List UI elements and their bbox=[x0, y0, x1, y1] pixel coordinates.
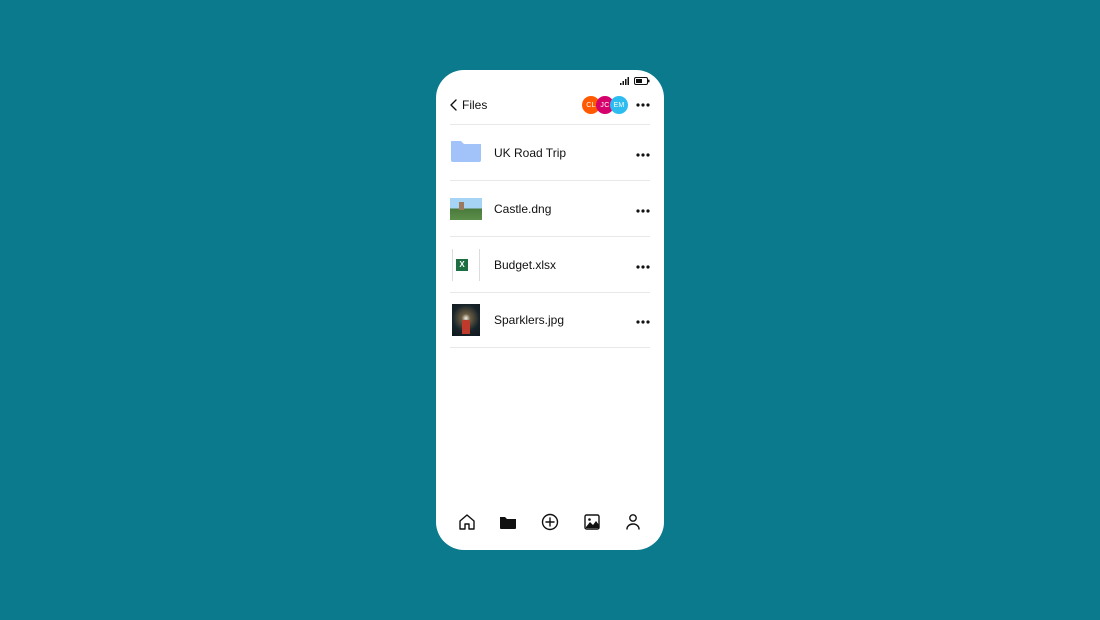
plus-circle-icon bbox=[541, 513, 559, 531]
file-more-button[interactable] bbox=[632, 252, 650, 278]
file-row[interactable]: Sparklers.jpg bbox=[450, 292, 650, 348]
shared-avatars[interactable]: CLJCEM bbox=[582, 96, 628, 114]
xlsx-icon: X bbox=[452, 249, 480, 281]
file-name: Castle.dng bbox=[494, 202, 620, 216]
file-more-button[interactable] bbox=[632, 140, 650, 166]
image-thumbnail bbox=[452, 304, 480, 336]
folder-icon bbox=[450, 137, 482, 168]
header: Files CLJCEM bbox=[436, 88, 664, 124]
nav-files[interactable] bbox=[492, 506, 524, 538]
image-thumbnail bbox=[450, 198, 482, 220]
file-more-button[interactable] bbox=[632, 196, 650, 222]
signal-icon bbox=[620, 77, 630, 85]
file-row[interactable]: X Budget.xlsx bbox=[450, 236, 650, 292]
more-icon bbox=[636, 200, 650, 218]
more-icon bbox=[636, 311, 650, 329]
nav-photos[interactable] bbox=[576, 506, 608, 538]
home-icon bbox=[458, 513, 476, 531]
chevron-left-icon bbox=[450, 99, 458, 111]
more-icon bbox=[636, 144, 650, 162]
file-name: Sparklers.jpg bbox=[494, 313, 620, 327]
file-name: UK Road Trip bbox=[494, 146, 620, 160]
file-list: UK Road Trip Castle.dng X Budget.xlsx Sparkl… bbox=[436, 124, 664, 502]
nav-account[interactable] bbox=[617, 506, 649, 538]
battery-icon bbox=[634, 77, 650, 85]
file-more-button[interactable] bbox=[632, 307, 650, 333]
avatar: EM bbox=[610, 96, 628, 114]
file-row[interactable]: UK Road Trip bbox=[450, 124, 650, 180]
nav-home[interactable] bbox=[451, 506, 483, 538]
back-label: Files bbox=[462, 98, 487, 112]
more-icon bbox=[636, 103, 650, 107]
file-row[interactable]: Castle.dng bbox=[450, 180, 650, 236]
nav-add[interactable] bbox=[534, 506, 566, 538]
photo-icon bbox=[584, 514, 600, 530]
back-button[interactable]: Files bbox=[450, 98, 487, 112]
person-icon bbox=[625, 513, 641, 531]
phone-frame: Files CLJCEM UK Road Trip Castle.dng X Budg… bbox=[436, 70, 664, 550]
bottom-nav bbox=[436, 502, 664, 550]
file-name: Budget.xlsx bbox=[494, 258, 620, 272]
header-more-button[interactable] bbox=[636, 103, 650, 107]
folder-icon bbox=[499, 514, 517, 530]
more-icon bbox=[636, 256, 650, 274]
status-bar bbox=[436, 70, 664, 88]
